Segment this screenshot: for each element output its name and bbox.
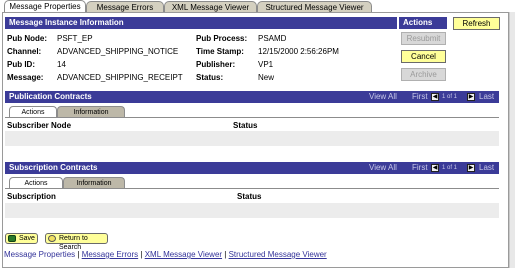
save-icon <box>8 235 16 242</box>
instance-header: Message Instance Information <box>5 17 397 29</box>
pub-process-value: PSAMD <box>258 34 287 43</box>
subscription-title: Subscription Contracts <box>9 163 98 172</box>
status-label: Status: <box>196 73 224 82</box>
publication-status-header: Status <box>233 121 258 130</box>
subscription-tab-divider <box>5 188 499 189</box>
publication-range: 1 of 1 <box>442 94 458 100</box>
publication-prev-icon[interactable]: ◀ <box>431 93 439 101</box>
message-value: ADVANCED_SHIPPING_RECEIPT <box>57 73 183 82</box>
publication-next-icon[interactable]: ▶ <box>467 93 475 101</box>
subscriber-node-header: Subscriber Node <box>7 121 72 130</box>
resubmit-button[interactable]: Resubmit <box>401 32 446 45</box>
pub-node-value: PSFT_EP <box>57 34 93 43</box>
save-button[interactable]: Save <box>5 233 38 244</box>
publication-tab-divider <box>5 117 499 118</box>
subscription-prev-icon[interactable]: ◀ <box>431 164 439 172</box>
vertical-scrollbar[interactable] <box>509 12 515 268</box>
refresh-button[interactable]: Refresh <box>453 17 500 30</box>
publisher-label: Publisher: <box>196 60 236 69</box>
publication-first[interactable]: First <box>412 91 428 103</box>
magnifier-icon <box>48 235 56 242</box>
subscription-tab-actions[interactable]: Actions <box>9 177 63 188</box>
subscription-column-header: Subscription <box>7 192 56 201</box>
publication-tab-information[interactable]: Information <box>57 106 125 117</box>
subscription-tab-information[interactable]: Information <box>63 177 125 188</box>
subscription-next-icon[interactable]: ▶ <box>467 164 475 172</box>
channel-label: Channel: <box>7 47 42 56</box>
subscription-status-header: Status <box>237 192 262 201</box>
time-stamp-label: Time Stamp: <box>196 47 244 56</box>
publisher-value: VP1 <box>258 60 274 69</box>
actions-header: Actions <box>399 17 447 29</box>
footer-link-message-errors[interactable]: Message Errors <box>82 250 138 259</box>
pub-process-label: Pub Process: <box>196 34 248 43</box>
subscription-first[interactable]: First <box>412 162 428 174</box>
subscription-row <box>5 203 499 218</box>
publication-last[interactable]: Last <box>479 91 494 103</box>
footer-link-message-properties[interactable]: Message Properties <box>4 250 75 259</box>
pub-id-value: 14 <box>57 60 66 69</box>
footer-links: Message Properties | Message Errors | XM… <box>4 250 327 260</box>
subscription-range: 1 of 1 <box>442 165 458 171</box>
save-label: Save <box>19 235 35 242</box>
status-value: New <box>258 73 275 82</box>
cancel-button[interactable]: Cancel <box>401 50 446 63</box>
pub-id-label: Pub ID: <box>7 60 35 69</box>
publication-title: Publication Contracts <box>9 92 92 101</box>
publication-view-all[interactable]: View All <box>369 91 397 103</box>
footer-link-structured-message-viewer[interactable]: Structured Message Viewer <box>229 250 327 259</box>
channel-value: ADVANCED_SHIPPING_NOTICE <box>57 47 179 56</box>
time-stamp-value: 12/15/2000 2:56:26PM <box>258 47 339 56</box>
publication-tab-actions[interactable]: Actions <box>9 106 57 117</box>
archive-button[interactable]: Archive <box>401 68 446 81</box>
subscription-last[interactable]: Last <box>479 162 494 174</box>
message-label: Message: <box>7 73 44 82</box>
subscription-view-all[interactable]: View All <box>369 162 397 174</box>
footer-link-xml-message-viewer[interactable]: XML Message Viewer <box>145 250 222 259</box>
publication-row <box>5 131 499 146</box>
return-to-search-button[interactable]: Return to Search <box>45 233 108 251</box>
pub-node-label: Pub Node: <box>7 34 47 43</box>
